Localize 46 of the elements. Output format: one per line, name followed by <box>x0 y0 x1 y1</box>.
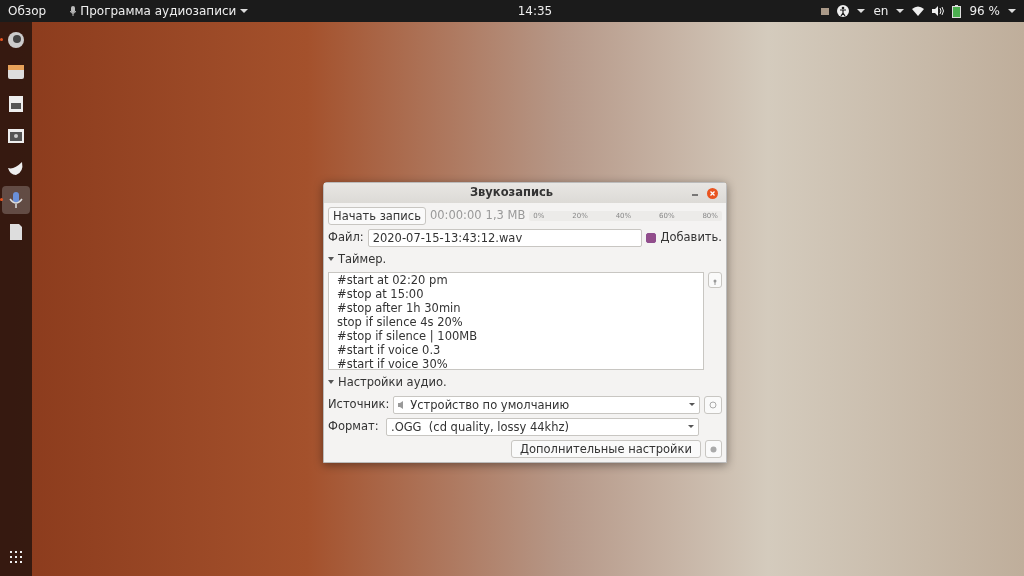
file-size: 1,3 MB <box>485 207 526 225</box>
speaker-icon[interactable] <box>932 6 945 16</box>
timer-line: #start at 02:20 pm <box>337 273 449 288</box>
timer-line: #stop if silence | 100MB <box>337 329 479 344</box>
timer-line: stop if silence 4s 20% <box>337 315 464 330</box>
audio-settings-expander[interactable]: Настройки аудио. <box>328 374 722 392</box>
format-label: Формат: <box>328 417 380 435</box>
append-label: Добавить. <box>660 229 722 247</box>
battery-icon[interactable] <box>952 4 962 18</box>
triangle-icon[interactable] <box>328 257 334 263</box>
timer-line: #start if voice 30% <box>337 357 449 372</box>
caret-icon <box>896 9 905 13</box>
elapsed-time: 00:00:00 <box>429 207 482 225</box>
caret-icon <box>689 402 695 407</box>
file-name-field[interactable]: 2020-07-15-13:43:12.wav <box>367 229 643 247</box>
refresh-icon <box>709 401 717 409</box>
source-label: Источник: <box>328 395 390 413</box>
clock-label[interactable]: 14:35 <box>517 2 553 20</box>
accessibility-icon[interactable] <box>837 5 850 17</box>
timer-line: #stop at 15:00 <box>337 287 425 302</box>
activities-button[interactable]: Обзор <box>8 2 47 20</box>
wifi-icon[interactable] <box>912 6 925 16</box>
close-icon[interactable] <box>707 187 718 199</box>
triangle-icon[interactable] <box>328 380 334 386</box>
timer-line: #start if voice 0.3 <box>337 343 442 358</box>
battery-percentage: 96 % <box>969 3 1000 20</box>
timer-expander[interactable]: Таймер. <box>328 251 722 269</box>
caret-icon <box>688 424 694 429</box>
timer-text-area[interactable]: #start at 02:20 pm #stop at 15:00 #stop after 1h 30min stop if silence 4s 20% #stop if silence | 100MB #start if voice 0.3 #start if voice 30% <box>328 272 704 371</box>
record-button[interactable]: Начать запись <box>328 207 426 225</box>
app-menu[interactable]: Программа аудиозаписи <box>80 2 237 20</box>
caret-icon <box>857 9 866 13</box>
window-title: Звукозапись <box>469 184 554 202</box>
file-label: Файл: <box>328 229 364 247</box>
source-dropdown[interactable]: Устройство по умолчанию <box>393 395 700 414</box>
append-checkbox[interactable] <box>646 233 657 243</box>
pin-icon <box>713 278 717 285</box>
format-dropdown[interactable]: .OGG (cd quality, lossy 44khz) <box>386 417 699 436</box>
microphone-icon <box>70 6 77 16</box>
language-indicator[interactable]: en <box>873 2 889 20</box>
timer-line: #stop after 1h 30min <box>337 301 462 316</box>
apps-grid-icon[interactable] <box>10 550 22 563</box>
folder-icon[interactable] <box>821 7 830 15</box>
caret-icon <box>1008 9 1016 13</box>
more-settings-button[interactable]: Дополнительные настройки <box>511 439 701 458</box>
caret-icon <box>240 9 249 13</box>
